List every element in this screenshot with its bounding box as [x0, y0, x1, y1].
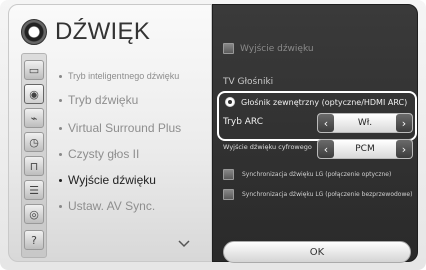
arc-mode-value: Wł.: [357, 118, 373, 128]
bullet-icon: [59, 127, 62, 131]
lock-icon[interactable]: ⊓: [24, 156, 44, 176]
digital-output-label: Wyjście dźwięku cyfrowego: [223, 143, 312, 151]
radio-selected-icon[interactable]: [225, 97, 235, 107]
external-speaker-label: Głośnik zewnętrzny (optyczne/HDMI ARC): [241, 97, 408, 107]
chevron-left-icon[interactable]: ‹: [318, 114, 334, 132]
chevron-left-icon[interactable]: ‹: [318, 140, 334, 158]
sound-out-header: Wyjście dźwięku: [223, 43, 314, 54]
tv-speaker-option[interactable]: TV Głośniki: [223, 77, 273, 87]
menu-item-virtual-surround[interactable]: Virtual Surround Plus: [59, 121, 181, 135]
clock-icon[interactable]: ◷: [24, 132, 44, 152]
network-icon[interactable]: ◎: [24, 204, 44, 224]
menu-item-clear-voice[interactable]: Czysty głos II: [59, 147, 139, 161]
lg-sync-wireless-option[interactable]: Synchronizacja dźwięku LG (połączenie be…: [223, 189, 412, 200]
bullet-icon: [59, 99, 62, 103]
sound-out-header-label: Wyjście dźwięku: [240, 43, 314, 54]
lg-sync-wireless-label: Synchronizacja dźwięku LG (połączenie be…: [242, 191, 413, 198]
option-icon[interactable]: ☰: [24, 180, 44, 200]
page-title: DŹWIĘK: [55, 18, 151, 45]
menu-item-sound-out[interactable]: Wyjście dźwięku: [59, 173, 156, 187]
picture-icon[interactable]: ▭: [24, 60, 44, 80]
arc-mode-label: Tryb ARC: [223, 117, 264, 127]
sound-icon[interactable]: ◉: [24, 84, 44, 104]
digital-output-value: PCM: [355, 144, 375, 154]
lg-sync-optical-option[interactable]: Synchronizacja dźwięku LG (połączenie op…: [223, 169, 391, 180]
bullet-icon: [59, 153, 62, 157]
menu-item-av-sync[interactable]: Ustaw. AV Sync.: [59, 199, 155, 213]
speaker-icon: [21, 19, 47, 45]
digital-output-row: Wyjście dźwięku cyfrowego: [223, 143, 312, 151]
bullet-icon: [59, 205, 62, 209]
support-icon[interactable]: ?: [24, 230, 44, 250]
category-icon-column: ▭ ◉ ⌁ ◷ ⊓ ☰ ◎ ?: [21, 53, 47, 258]
menu-item-sound-mode[interactable]: Tryb dźwięku: [59, 93, 138, 107]
lg-sync-optical-label: Synchronizacja dźwięku LG (połączenie op…: [242, 171, 392, 178]
ok-button[interactable]: OK: [223, 241, 411, 263]
tv-menu-frame: DŹWIĘK ▭ ◉ ⌁ ◷ ⊓ ☰ ◎ ? Tryb inteligentne…: [0, 0, 426, 270]
arc-mode-stepper[interactable]: ‹ Wł. ›: [317, 113, 413, 133]
bullet-icon: [59, 75, 62, 79]
external-speaker-option[interactable]: Głośnik zewnętrzny (optyczne/HDMI ARC): [225, 97, 407, 107]
title-row: DŹWIĘK: [21, 15, 150, 49]
left-menu-panel: DŹWIĘK ▭ ◉ ⌁ ◷ ⊓ ☰ ◎ ? Tryb inteligentne…: [8, 4, 212, 262]
channel-icon[interactable]: ⌁: [24, 108, 44, 128]
sound-out-panel: Wyjście dźwięku TV Głośniki Głośnik zewn…: [212, 4, 418, 263]
digital-output-stepper[interactable]: ‹ PCM ›: [317, 139, 413, 159]
menu-item-smart-sound[interactable]: Tryb inteligentnego dźwięku: [59, 71, 179, 81]
checkbox-icon[interactable]: [223, 169, 234, 180]
chevron-down-icon[interactable]: [177, 237, 191, 251]
bullet-icon: [59, 179, 62, 183]
arc-mode-row: Tryb ARC: [223, 117, 313, 127]
checkbox-icon: [223, 43, 234, 54]
chevron-right-icon[interactable]: ›: [396, 140, 412, 158]
checkbox-icon[interactable]: [223, 189, 234, 200]
chevron-right-icon[interactable]: ›: [396, 114, 412, 132]
